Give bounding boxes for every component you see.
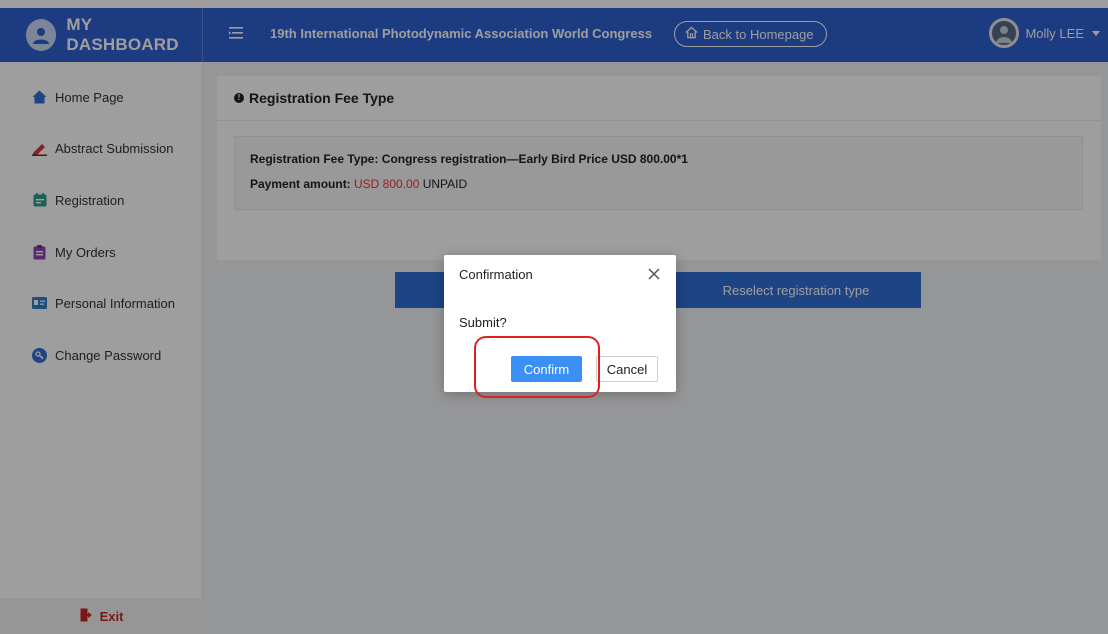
cancel-button[interactable]: Cancel [596, 356, 658, 382]
dialog-message: Submit? [459, 315, 507, 330]
dialog-title: Confirmation [459, 267, 533, 282]
close-icon[interactable] [647, 267, 661, 281]
highlight-annotation [474, 336, 600, 398]
